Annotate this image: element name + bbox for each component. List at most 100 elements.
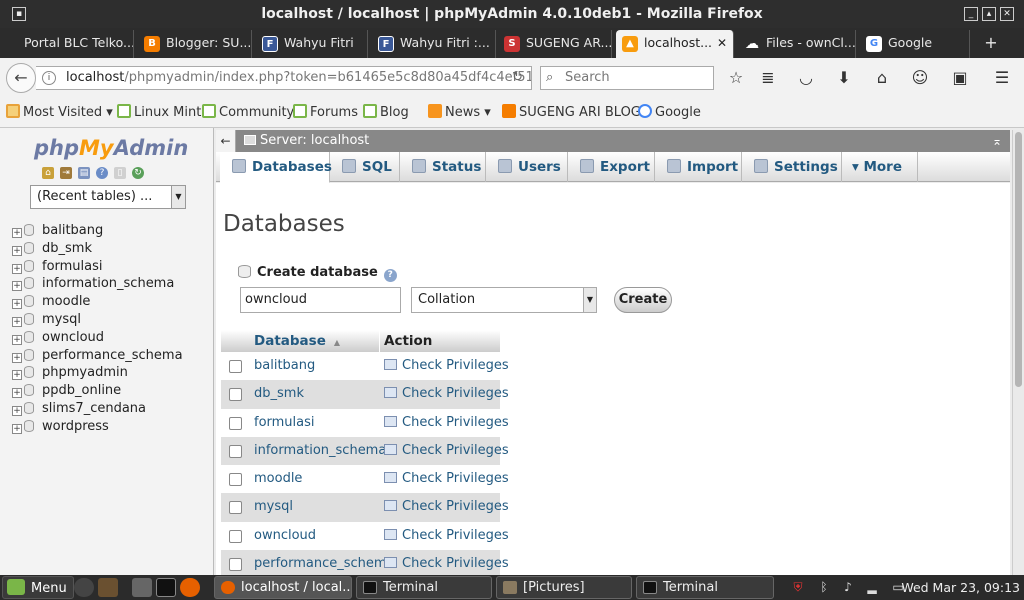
help-icon[interactable]: ? (383, 269, 397, 282)
quicklaunch-terminal-icon[interactable] (156, 578, 176, 597)
check-privileges-link[interactable]: Check Privileges (384, 352, 509, 380)
row-checkbox[interactable] (229, 388, 242, 402)
tab-wahyu-fitri-2[interactable]: F Wahyu Fitri :... (372, 30, 496, 58)
check-privileges-link[interactable]: Check Privileges (384, 437, 509, 465)
start-menu-button[interactable]: Menu (2, 576, 74, 599)
tab-export[interactable]: Export (568, 152, 655, 182)
expand-icon[interactable]: + (12, 263, 22, 274)
recent-tables-select[interactable]: (Recent tables) ... ▼ (30, 185, 186, 209)
tree-item[interactable]: + phpmyadmin (12, 365, 212, 383)
bluetooth-icon[interactable]: ᛒ (816, 579, 832, 595)
bookmark-star-icon[interactable]: ☆ (726, 68, 746, 88)
expand-icon[interactable]: + (12, 281, 22, 292)
tree-item[interactable]: + mysql (12, 312, 212, 330)
database-link[interactable]: information_schema (254, 437, 386, 465)
check-privileges-link[interactable]: Check Privileges (384, 550, 509, 578)
tab-sugeng-ari[interactable]: S SUGENG AR... (498, 30, 612, 58)
tree-item-label[interactable]: moodle (42, 294, 90, 309)
new-tab-button[interactable]: + (978, 30, 1004, 58)
phpmyadmin-logo[interactable]: phpMyAdmin (34, 136, 188, 160)
collapse-icon[interactable]: ⌅ (992, 130, 1002, 152)
check-privileges-link[interactable]: Check Privileges (384, 409, 509, 437)
bookmark-linux-mint[interactable]: Linux Mint (117, 104, 201, 120)
tree-item-label[interactable]: owncloud (42, 330, 104, 345)
tree-item-label[interactable]: information_schema (42, 276, 174, 291)
bookmark-sugeng-ari-blog[interactable]: SUGENG ARI BLOG (502, 104, 641, 120)
home-icon[interactable]: ⌂ (42, 167, 54, 179)
expand-icon[interactable]: + (12, 316, 22, 327)
search-input[interactable]: ⌕ Search (540, 66, 714, 90)
row-checkbox[interactable] (229, 558, 242, 572)
database-link[interactable]: owncloud (254, 522, 316, 550)
tab-more[interactable]: ▾ More (842, 152, 918, 182)
expand-icon[interactable]: + (12, 352, 22, 363)
help-icon[interactable]: ? (96, 167, 108, 179)
tab-wahyu-fitri[interactable]: F Wahyu Fitri (256, 30, 368, 58)
expand-icon[interactable]: + (12, 228, 22, 238)
check-privileges-link[interactable]: Check Privileges (384, 522, 509, 550)
tab-blogger[interactable]: B Blogger: SU... (138, 30, 252, 58)
database-link[interactable]: formulasi (254, 409, 315, 437)
tree-item[interactable]: + wordpress (12, 419, 212, 437)
tab-status[interactable]: Status (400, 152, 486, 182)
create-button[interactable]: Create (614, 287, 672, 313)
check-privileges-link[interactable]: Check Privileges (384, 465, 509, 493)
reload-icon[interactable]: ↻ (512, 67, 523, 89)
tab-localhost[interactable]: ▲ localhost... ✕ (616, 30, 734, 58)
tree-item-label[interactable]: phpmyadmin (42, 365, 128, 380)
download-icon[interactable]: ⬇ (834, 68, 854, 88)
quicklaunch-app-icon[interactable] (74, 578, 94, 597)
row-checkbox[interactable] (229, 416, 242, 430)
tree-item[interactable]: + db_smk (12, 241, 212, 259)
reading-list-icon[interactable]: ≣ (758, 68, 778, 88)
check-privileges-link[interactable]: Check Privileges (384, 380, 509, 408)
pocket-icon[interactable]: ◡ (796, 68, 816, 88)
tree-item[interactable]: + formulasi (12, 259, 212, 277)
expand-icon[interactable]: + (12, 334, 22, 345)
tree-item[interactable]: + slims7_cendana (12, 401, 212, 419)
tree-item-label[interactable]: db_smk (42, 241, 92, 256)
tab-portal-blc[interactable]: Portal BLC Telko... (16, 30, 134, 58)
taskbar-firefox-window[interactable]: localhost / local... (214, 576, 352, 599)
tree-item-label[interactable]: mysql (42, 312, 81, 327)
home-icon[interactable]: ⌂ (872, 68, 892, 88)
expand-icon[interactable]: + (12, 370, 22, 381)
quicklaunch-files-icon[interactable] (98, 578, 118, 597)
database-link[interactable]: moodle (254, 465, 302, 493)
bookmark-google[interactable]: Google (638, 104, 701, 120)
tab-settings[interactable]: Settings (742, 152, 842, 182)
expand-icon[interactable]: + (12, 423, 22, 434)
url-bar[interactable]: i localhost/phpmyadmin/index.php?token=b… (36, 66, 532, 90)
tree-item-label[interactable]: ppdb_online (42, 383, 121, 398)
row-checkbox[interactable] (229, 501, 242, 515)
expand-icon[interactable]: + (12, 405, 22, 416)
tab-databases[interactable]: Databases (220, 152, 332, 183)
row-checkbox[interactable] (229, 529, 242, 543)
tab-owncloud[interactable]: ☁ Files - ownCl... (738, 30, 856, 58)
maximize-button[interactable]: ▴ (982, 7, 996, 21)
database-link[interactable]: db_smk (254, 380, 304, 408)
expand-icon[interactable]: + (12, 388, 22, 399)
expand-icon[interactable]: + (12, 245, 22, 256)
tree-item[interactable]: + information_schema (12, 276, 212, 294)
row-checkbox[interactable] (229, 444, 242, 458)
tree-item[interactable]: + ppdb_online (12, 383, 212, 401)
tree-item-label[interactable]: performance_schema (42, 348, 183, 363)
bookmark-community[interactable]: Community (202, 104, 294, 120)
minimize-button[interactable]: _ (964, 7, 978, 21)
tree-item-label[interactable]: wordpress (42, 419, 109, 434)
logout-icon[interactable]: ⇥ (60, 167, 72, 179)
taskbar-terminal-window-2[interactable]: Terminal (636, 576, 774, 599)
bookmark-forums[interactable]: Forums (293, 104, 358, 120)
bookmark-most-visited[interactable]: Most Visited ▾ (6, 104, 113, 120)
close-window-button[interactable]: ✕ (1000, 7, 1014, 21)
database-link[interactable]: balitbang (254, 352, 315, 380)
tab-users[interactable]: Users (486, 152, 568, 182)
network-signal-icon[interactable]: ▂ (864, 579, 880, 595)
bookmark-blog[interactable]: Blog (363, 104, 409, 120)
volume-icon[interactable]: ♪ (840, 579, 856, 595)
reload-icon[interactable]: ↻ (132, 167, 144, 179)
taskbar-pictures-window[interactable]: [Pictures] (496, 576, 632, 599)
tree-item[interactable]: + balitbang (12, 223, 212, 241)
back-button[interactable]: ← (6, 63, 36, 93)
